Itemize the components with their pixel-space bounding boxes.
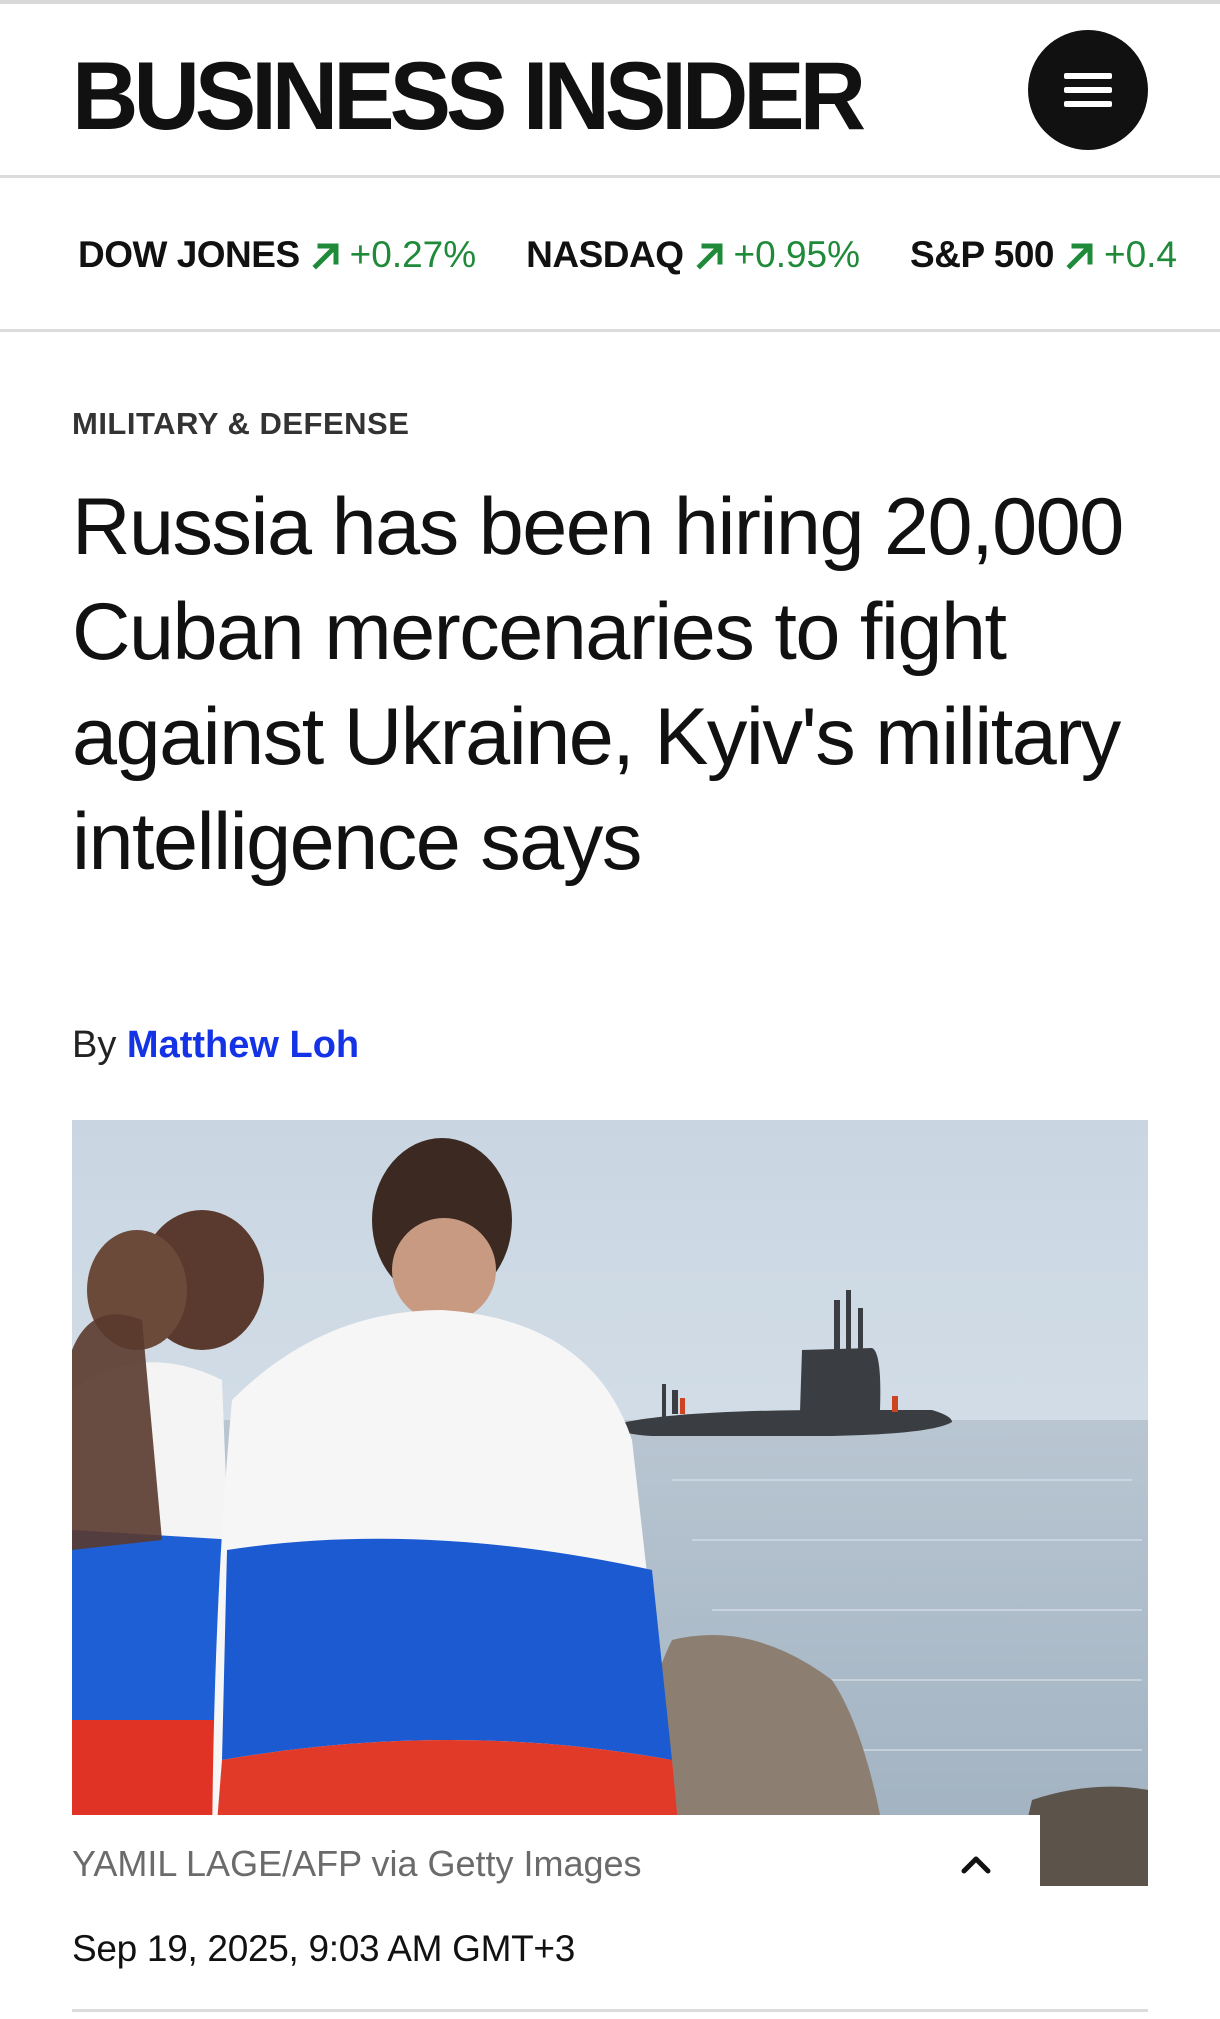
chevron-up-icon <box>961 1856 991 1874</box>
ticker-name: NASDAQ <box>526 234 684 275</box>
ticker-item-sp-500[interactable]: S&P 500 +0.4 <box>910 236 1177 273</box>
arrow-up-right-icon <box>312 243 339 270</box>
ticker-change: +0.27% <box>349 234 477 275</box>
image-credit: YAMIL LAGE/AFP via Getty Images <box>72 1843 642 1884</box>
image-caption: YAMIL LAGE/AFP via Getty Images <box>72 1815 1040 1915</box>
article-headline: Russia has been hiring 20,000 Cuban merc… <box>72 482 1124 887</box>
ticker-name: DOW JONES <box>78 234 300 275</box>
caption-toggle-button[interactable] <box>948 1837 1004 1893</box>
category-link[interactable]: MILITARY & DEFENSE <box>72 406 409 442</box>
ticker-row: DOW JONES +0.27% NASDAQ +0.95% S&P 500 +… <box>78 236 1220 273</box>
hamburger-menu-icon <box>1064 73 1112 107</box>
arrow-up-right-icon <box>1066 243 1093 270</box>
ticker-item-nasdaq[interactable]: NASDAQ +0.95% <box>526 236 860 273</box>
author-link[interactable]: Matthew Loh <box>127 1024 359 1066</box>
menu-button[interactable] <box>1028 30 1148 150</box>
arrow-up-right-icon <box>695 243 723 270</box>
hero-image <box>72 1120 1148 1886</box>
ticker-change: +0.95% <box>733 234 861 275</box>
site-header: BUSINESS INSIDER <box>0 4 1220 178</box>
market-ticker: DOW JONES +0.27% NASDAQ +0.95% S&P 500 +… <box>0 178 1220 332</box>
business-insider-logo[interactable]: BUSINESS INSIDER <box>72 48 866 145</box>
byline-prefix: By <box>72 1024 117 1066</box>
hero-photo-illustration <box>72 1120 1148 1886</box>
byline: By Matthew Loh <box>72 1024 359 1067</box>
ticker-item-dow-jones[interactable]: DOW JONES +0.27% <box>78 236 476 273</box>
publish-date: Sep 19, 2025, 9:03 AM GMT+3 <box>72 1928 576 1969</box>
ticker-change: +0.4 <box>1103 234 1178 275</box>
bottom-rule <box>72 2009 1148 2012</box>
ticker-name: S&P 500 <box>910 234 1054 275</box>
